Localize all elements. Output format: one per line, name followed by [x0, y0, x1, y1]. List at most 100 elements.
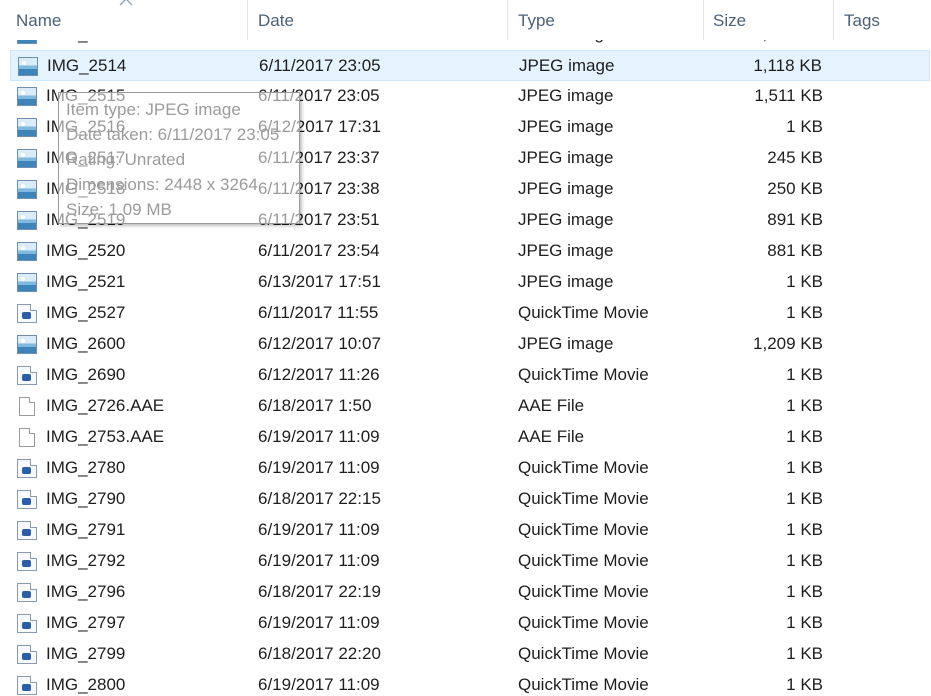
image-file-icon	[17, 335, 37, 354]
file-date: 6/19/2017 11:09	[258, 520, 380, 539]
file-type: QuickTime Movie	[518, 303, 649, 322]
movie-file-icon	[17, 521, 37, 540]
file-date: 6/11/2017 23:05	[259, 56, 381, 75]
file-name: IMG_2791	[46, 520, 126, 539]
column-header-size[interactable]: Size	[704, 0, 834, 40]
file-name: IMG_2514	[47, 56, 127, 75]
file-name: IMG_2690	[46, 365, 126, 384]
file-type: JPEG image	[518, 210, 614, 229]
file-size: 245 KB	[767, 148, 823, 167]
file-info-tooltip: Item type: JPEG image Date taken: 6/11/2…	[58, 92, 300, 224]
file-row[interactable]: IMG_2796 6/18/2017 22:19 QuickTime Movie 1 …	[10, 577, 930, 608]
file-date: 6/12/2017 11:26	[258, 365, 380, 384]
file-name: IMG_2753.AAE	[46, 427, 165, 446]
file-size: 1 KB	[786, 489, 823, 508]
file-type: JPEG image	[519, 56, 615, 75]
file-name: IMG_2799	[46, 644, 126, 663]
file-row[interactable]: IMG_2726.AAE 6/18/2017 1:50 AAE File 1 KB	[10, 391, 930, 422]
file-type: JPEG image	[518, 334, 614, 353]
file-size: 1 KB	[786, 272, 823, 291]
file-row[interactable]: IMG_2527 6/11/2017 11:55 QuickTime Movie 1 …	[10, 298, 930, 329]
movie-file-icon	[17, 583, 37, 602]
file-row[interactable]: IMG_2797 6/19/2017 11:09 QuickTime Movie 1 …	[10, 608, 930, 639]
file-type: JPEG image	[518, 86, 614, 105]
file-name: IMG_2780	[46, 458, 126, 477]
movie-file-icon	[17, 614, 37, 633]
image-file-icon	[17, 242, 37, 261]
image-file-icon	[17, 180, 37, 199]
file-type: AAE File	[518, 396, 585, 415]
file-size: 891 KB	[767, 210, 823, 229]
image-file-icon	[17, 149, 37, 168]
file-row[interactable]: IMG_2520 6/11/2017 23:54 JPEG image 881 KB	[10, 236, 930, 267]
file-name: IMG_2726.AAE	[46, 396, 165, 415]
file-size: 250 KB	[767, 179, 823, 198]
file-row[interactable]: IMG_2790 6/18/2017 22:15 QuickTime Movie 1 …	[10, 484, 930, 515]
file-row[interactable]: IMG_2799 6/18/2017 22:20 QuickTime Movie 1 …	[10, 639, 930, 670]
generic-file-icon	[19, 428, 35, 447]
file-type: QuickTime Movie	[518, 613, 649, 632]
generic-file-icon	[19, 397, 35, 416]
file-size: 1 KB	[786, 117, 823, 136]
file-date: 6/18/2017 22:20	[258, 644, 381, 663]
image-file-icon	[17, 273, 37, 292]
column-header-name[interactable]: Name	[0, 0, 248, 40]
file-name: IMG_2520	[46, 241, 126, 260]
movie-file-icon	[17, 645, 37, 664]
movie-file-icon	[17, 366, 37, 385]
file-date: 6/19/2017 11:09	[258, 551, 380, 570]
file-row[interactable]: IMG_2690 6/12/2017 11:26 QuickTime Movie 1 …	[10, 360, 930, 391]
tooltip-item-type: Item type: JPEG image	[66, 100, 241, 119]
file-size: 1,118 KB	[753, 56, 822, 75]
file-date: 6/19/2017 11:09	[258, 613, 380, 632]
file-row[interactable]: IMG_2753.AAE 6/19/2017 11:09 AAE File 1 KB	[10, 422, 930, 453]
file-size: 1,209 KB	[753, 334, 823, 353]
file-row[interactable]: IMG_2600 6/12/2017 10:07 JPEG image 1,209 K…	[10, 329, 930, 360]
file-row[interactable]: IMG_2800 6/19/2017 11:09 QuickTime Movie 1 …	[10, 670, 930, 696]
file-name: IMG_2792	[46, 551, 126, 570]
file-date: 6/19/2017 11:09	[258, 427, 380, 446]
file-date: 6/19/2017 11:09	[258, 675, 380, 694]
file-name: IMG_2527	[46, 303, 126, 322]
file-row[interactable]: IMG_2791 6/19/2017 11:09 QuickTime Movie 1 …	[10, 515, 930, 546]
file-type: QuickTime Movie	[518, 551, 649, 570]
file-name: IMG_2600	[46, 334, 126, 353]
file-name: IMG_2790	[46, 489, 126, 508]
file-row[interactable]: IMG_2514 6/11/2017 23:05 JPEG image 1,118 K…	[10, 50, 930, 81]
file-type: JPEG image	[518, 241, 614, 260]
movie-file-icon	[17, 552, 37, 571]
file-row[interactable]: IMG_2780 6/19/2017 11:09 QuickTime Movie 1 …	[10, 453, 930, 484]
file-name: IMG_2796	[46, 582, 126, 601]
file-size: 1 KB	[786, 613, 823, 632]
file-date: 6/11/2017 23:54	[258, 241, 380, 260]
file-type: AAE File	[518, 427, 585, 446]
file-size: 881 KB	[767, 241, 823, 260]
file-type: QuickTime Movie	[518, 644, 649, 663]
file-row[interactable]: IMG_2792 6/19/2017 11:09 QuickTime Movie 1 …	[10, 546, 930, 577]
column-header-tags[interactable]: Tags	[834, 0, 931, 40]
file-name: IMG_2521	[46, 272, 126, 291]
tooltip-date-taken: Date taken: 6/11/2017 23:05	[66, 125, 280, 144]
file-size: 1 KB	[786, 458, 823, 477]
file-type: QuickTime Movie	[518, 365, 649, 384]
file-size: 1 KB	[786, 520, 823, 539]
file-size: 1 KB	[786, 644, 823, 663]
column-header-type[interactable]: Type	[508, 0, 704, 40]
file-date: 6/19/2017 11:09	[258, 458, 380, 477]
file-type: JPEG image	[518, 272, 614, 291]
file-row[interactable]: IMG_2521 6/13/2017 17:51 JPEG image 1 KB	[10, 267, 930, 298]
column-header-date[interactable]: Date	[248, 0, 508, 40]
file-size: 1 KB	[786, 303, 823, 322]
tooltip-rating: Rating: Unrated	[66, 150, 186, 169]
tooltip-size: Size: 1.09 MB	[66, 200, 172, 219]
file-type: JPEG image	[518, 117, 614, 136]
movie-file-icon	[17, 676, 37, 695]
file-type: QuickTime Movie	[518, 520, 649, 539]
movie-file-icon	[17, 304, 37, 323]
file-date: 6/12/2017 10:07	[258, 334, 381, 353]
file-size: 1 KB	[786, 582, 823, 601]
file-name: IMG_2797	[46, 613, 126, 632]
file-date: 6/13/2017 17:51	[258, 272, 381, 291]
file-name: IMG_2800	[46, 675, 126, 694]
file-type: JPEG image	[518, 179, 614, 198]
